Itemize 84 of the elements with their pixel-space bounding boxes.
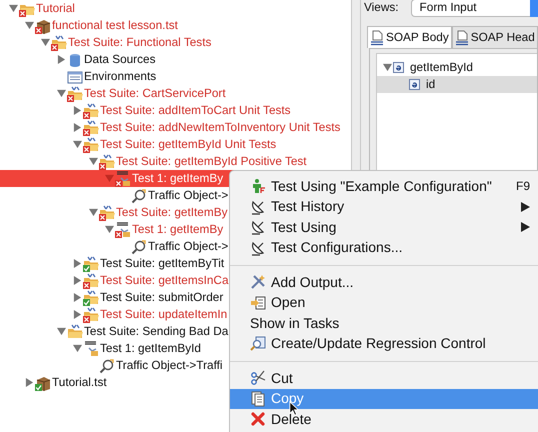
- menu-item[interactable]: Delete: [230, 409, 538, 430]
- menu-item[interactable]: Open: [230, 292, 538, 313]
- expander-icon[interactable]: [73, 140, 82, 149]
- tree-label: Test Suite: getItemById Unit Tests: [100, 137, 276, 152]
- element-label: id: [426, 76, 436, 93]
- shortcut-label: F9: [516, 178, 530, 196]
- expander-icon[interactable]: [73, 259, 82, 268]
- tree-row[interactable]: id: [377, 76, 537, 93]
- expander-icon[interactable]: [57, 327, 66, 336]
- expander-icon[interactable]: [73, 276, 82, 285]
- expander-icon[interactable]: [89, 208, 98, 217]
- expander-icon[interactable]: [105, 225, 114, 234]
- menu-item[interactable]: Test Using: [230, 217, 538, 238]
- run-icon: [250, 178, 266, 194]
- expander-icon[interactable]: [73, 123, 82, 132]
- tree-row[interactable]: Tutorial: [0, 0, 351, 17]
- tree-row[interactable]: Test Suite: getItemByTit: [0, 255, 351, 272]
- tree-row[interactable]: Test Suite: addItemToCart Unit Tests: [0, 102, 351, 119]
- tree-label: Test 1: getItemById: [100, 341, 201, 356]
- expander-icon[interactable]: [25, 378, 34, 387]
- tree-row[interactable]: functional test lesson.tst: [0, 17, 351, 34]
- tree-label: Test Suite: getItemsInCa: [100, 273, 229, 288]
- tree-label: Tutorial.tst: [52, 375, 107, 390]
- copy-icon: [250, 390, 266, 407]
- menu-item[interactable]: Test History: [230, 196, 538, 217]
- tree-label: Test Suite: getItemByTit: [100, 256, 224, 271]
- tree-label: Test Suite: Functional Tests: [68, 35, 212, 50]
- expander-icon[interactable]: [383, 63, 392, 72]
- satellite-dish-icon: [250, 240, 266, 256]
- tree-label: Test Suite: addItemToCart Unit Tests: [100, 103, 291, 118]
- tree-label: Test Suite: getItemById Positive Test: [116, 154, 307, 169]
- magnifier-icon: [250, 336, 266, 352]
- delete-icon: [250, 411, 266, 428]
- menu-item[interactable]: Add Output...: [230, 272, 538, 292]
- tree-row[interactable]: Data Sources: [0, 51, 351, 68]
- element-icon: [393, 62, 404, 73]
- element-label: getItemById: [410, 58, 473, 76]
- expander-icon[interactable]: [89, 157, 98, 166]
- expander-icon[interactable]: [73, 344, 82, 353]
- tree-label: Test Suite: addNewItemToInventory Unit Tests: [100, 120, 340, 135]
- menu-item[interactable]: Create/Update Regression Control: [230, 334, 538, 354]
- expander-icon[interactable]: [73, 106, 82, 115]
- satellite-dish-icon: [250, 198, 266, 215]
- tools-icon: [250, 274, 266, 290]
- expander-icon[interactable]: [57, 55, 66, 64]
- tree-label: Environments: [84, 69, 156, 84]
- tab[interactable]: SOAP Head: [452, 26, 538, 48]
- document-icon: [454, 30, 469, 46]
- element-icon: [409, 79, 420, 90]
- satellite-dish-icon: [250, 219, 266, 236]
- expander-icon[interactable]: [73, 310, 82, 319]
- tree-row[interactable]: Test Suite: Functional Tests: [0, 34, 351, 51]
- tree-row[interactable]: getItemById: [377, 59, 537, 76]
- tree-label: functional test lesson.tst: [52, 18, 178, 33]
- expander-icon[interactable]: [9, 4, 18, 13]
- tree-label: Tutorial: [36, 1, 75, 16]
- tree-label: Test Suite: CartServicePort: [84, 86, 226, 101]
- tree-label: Test Suite: updateItemIn: [100, 307, 228, 322]
- open-icon: [250, 294, 266, 311]
- tree-label: Data Sources: [84, 52, 156, 67]
- expander-icon[interactable]: [41, 38, 50, 47]
- tree-row[interactable]: Test Suite: CartServicePort: [0, 85, 351, 102]
- tree-label: Test Suite: getItemBy: [116, 205, 228, 220]
- tree-row[interactable]: Test Suite: getItemById Unit Tests: [0, 136, 351, 153]
- tree-label: Test 1: getItemBy: [132, 171, 224, 186]
- tree-label: Test Suite: Sending Bad Da: [84, 324, 228, 339]
- tab[interactable]: SOAP Body: [367, 26, 452, 48]
- tree-row[interactable]: Environments: [0, 68, 351, 85]
- expander-icon[interactable]: [57, 89, 66, 98]
- expander-icon[interactable]: [25, 21, 34, 30]
- tree-row[interactable]: Test Suite: addNewItemToInventory Unit Tests: [0, 119, 351, 136]
- expander-icon[interactable]: [73, 293, 82, 302]
- tree-label: Test 1: getItemBy: [132, 222, 224, 237]
- tree-label: Test Suite: submitOrder: [100, 290, 224, 305]
- tree-label: Traffic Object->: [148, 239, 228, 254]
- views-dropdown[interactable]: Form Input: [410, 0, 538, 17]
- tree-label: Traffic Object->: [148, 188, 228, 203]
- tree-label: Traffic Object->Traffi: [116, 358, 223, 373]
- menu-item[interactable]: Show in Tasks: [230, 313, 538, 334]
- document-icon: [370, 30, 384, 46]
- scissors-icon: [250, 370, 266, 386]
- menu-item[interactable]: Test Configurations...: [230, 238, 538, 258]
- views-label: Views:: [364, 0, 399, 16]
- tree-row[interactable]: Test Suite: getItemById Positive Test: [0, 153, 351, 170]
